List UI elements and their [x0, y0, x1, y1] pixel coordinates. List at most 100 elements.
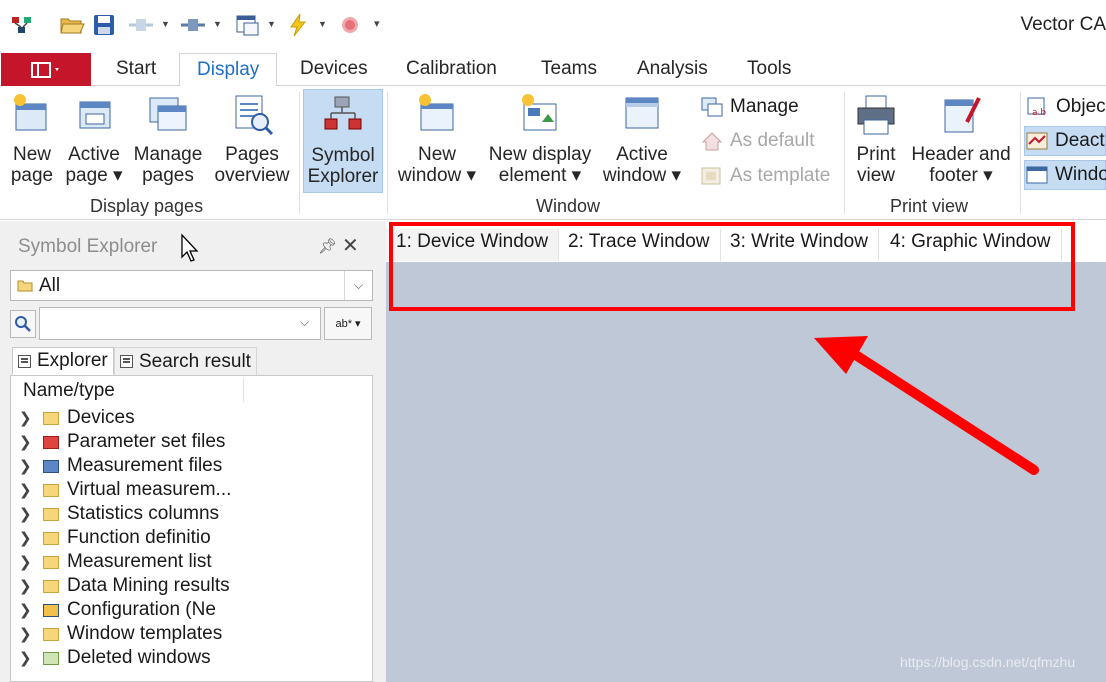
symbol-tree: Name/type ❯ Devices ❯ Parameter set files … [10, 375, 373, 682]
tab-search-result[interactable]: Search result [114, 347, 257, 375]
symbol-explorer-button[interactable]: Symbol Explorer [303, 89, 383, 193]
column-divider [243, 378, 244, 402]
chevron-right-icon: ❯ [19, 578, 32, 595]
disconnect-icon[interactable] [178, 12, 208, 38]
printer-icon [857, 95, 895, 135]
parameter-file-icon [43, 435, 59, 449]
deactivate-button[interactable]: Deact [1024, 126, 1106, 156]
record-icon[interactable] [338, 12, 362, 38]
tree-item-function-definitions[interactable]: ❯ Function definitio [19, 526, 211, 550]
folder-icon [43, 555, 59, 569]
search-scope-button[interactable] [10, 310, 36, 338]
chevron-down-icon[interactable]: ⌵ [344, 271, 372, 300]
new-display-element-button[interactable]: New display element ▾ [486, 92, 594, 186]
header-footer-icon [944, 97, 981, 133]
folder-icon [43, 531, 59, 545]
search-input[interactable] [39, 307, 321, 340]
active-window-icon [625, 97, 659, 129]
active-window-button[interactable]: Active window ▾ [600, 92, 684, 186]
tab-calibration[interactable]: Calibration [406, 58, 497, 80]
tab-devices[interactable]: Devices [300, 58, 368, 80]
customize-toolbar-icon[interactable]: ▾ [374, 17, 380, 30]
active-page-button[interactable]: Active page ▾ [64, 92, 124, 186]
open-folder-icon[interactable] [58, 12, 86, 38]
pages-overview-button[interactable]: Pages overview [210, 92, 294, 186]
quick-access-toolbar: ▼ ▼ ▼ ▼ ▾ Vector CA [0, 0, 1106, 52]
chevron-down-icon[interactable]: ▼ [213, 19, 222, 29]
recycle-bin-icon [43, 651, 59, 665]
watermark: https://blog.csdn.net/qfmzhu [900, 654, 1076, 670]
chevron-right-icon: ❯ [19, 650, 32, 667]
window-layout-icon[interactable] [232, 12, 262, 38]
manage-pages-icon [149, 97, 187, 131]
tab-explorer[interactable]: Explorer [12, 347, 114, 375]
chevron-right-icon: ❯ [19, 602, 32, 619]
search-result-tab-icon [120, 355, 133, 368]
tab-teams[interactable]: Teams [541, 58, 597, 80]
group-label-window: Window [536, 196, 601, 216]
tree-item-statistics-columns[interactable]: ❯ Statistics columns [19, 502, 219, 526]
tab-display[interactable]: Display [179, 53, 278, 87]
print-view-button[interactable]: Print view [850, 92, 902, 186]
chevron-right-icon: ❯ [19, 506, 32, 523]
explorer-tab-icon [18, 354, 31, 368]
as-default-button[interactable]: As default [700, 126, 815, 156]
save-icon[interactable] [90, 12, 118, 38]
pages-overview-icon [235, 95, 274, 136]
tree-item-virtual-measurement[interactable]: ❯ Virtual measurem... [19, 478, 231, 502]
chevron-down-icon[interactable]: ▼ [161, 19, 170, 29]
chevron-down-icon[interactable]: ⌵ [300, 315, 309, 330]
search-icon [15, 316, 31, 332]
header-and-footer-button[interactable]: Header and footer ▾ [909, 92, 1013, 186]
tree-item-measurement-files[interactable]: ❯ Measurement files [19, 454, 222, 478]
tree-item-window-templates[interactable]: ❯ Window templates [19, 622, 222, 646]
new-window-icon [419, 94, 454, 131]
filter-dropdown[interactable]: All ⌵ [10, 270, 373, 301]
objects-button[interactable]: a.b Objec [1026, 92, 1106, 122]
ribbon-separator [387, 92, 388, 214]
folder-icon [43, 411, 59, 425]
folder-icon [43, 579, 59, 593]
windows-button[interactable]: Windo [1024, 160, 1106, 190]
tree-item-parameter-set-files[interactable]: ❯ Parameter set files [19, 430, 225, 454]
new-page-button[interactable]: New page [4, 92, 60, 186]
manage-pages-button[interactable]: Manage pages [130, 92, 206, 186]
chevron-down-icon[interactable]: ▼ [267, 19, 276, 29]
ribbon-tab-row: Start Display Devices Calibration Teams … [0, 52, 1106, 87]
folder-icon [43, 627, 59, 641]
pin-icon[interactable]: 📌︎ [318, 237, 337, 255]
tree-item-measurement-list[interactable]: ❯ Measurement list [19, 550, 212, 574]
connect-disabled-icon[interactable] [126, 12, 156, 38]
file-menu-icon [31, 61, 59, 78]
file-menu-button[interactable] [1, 53, 91, 86]
tab-start[interactable]: Start [116, 58, 156, 80]
tree-item-deleted-windows[interactable]: ❯ Deleted windows [19, 646, 211, 670]
new-window-button[interactable]: New window ▾ [396, 92, 478, 186]
manage-windows-button[interactable]: Manage [700, 92, 799, 122]
tree-column-header[interactable]: Name/type [23, 380, 115, 402]
tree-item-data-mining-results[interactable]: ❯ Data Mining results [19, 574, 230, 598]
tree-item-devices[interactable]: ❯ Devices [19, 406, 135, 430]
app-icon[interactable] [8, 12, 36, 38]
tab-analysis[interactable]: Analysis [637, 58, 708, 80]
configuration-icon [43, 603, 59, 617]
chevron-down-icon[interactable]: ▼ [318, 19, 327, 29]
lightning-icon[interactable] [286, 12, 310, 38]
close-icon[interactable]: ✕ [342, 233, 359, 258]
folder-icon [17, 280, 33, 292]
chevron-right-icon: ❯ [19, 482, 32, 499]
windows-icon [1026, 166, 1048, 184]
svg-text:a.b: a.b [1032, 108, 1046, 118]
chevron-right-icon: ❯ [19, 458, 32, 475]
symbol-explorer-icon [324, 96, 362, 130]
chevron-right-icon: ❯ [19, 434, 32, 451]
tree-item-configuration[interactable]: ❯ Configuration (Ne [19, 598, 216, 622]
tab-tools[interactable]: Tools [747, 58, 791, 80]
folder-icon [43, 507, 59, 521]
ribbon-separator [844, 92, 845, 214]
ribbon-separator [299, 92, 300, 214]
measurement-file-icon [43, 459, 59, 473]
as-template-button[interactable]: As template [700, 161, 830, 191]
new-display-element-icon [522, 94, 557, 131]
regex-options-button[interactable]: ab* ▾ [324, 307, 372, 340]
